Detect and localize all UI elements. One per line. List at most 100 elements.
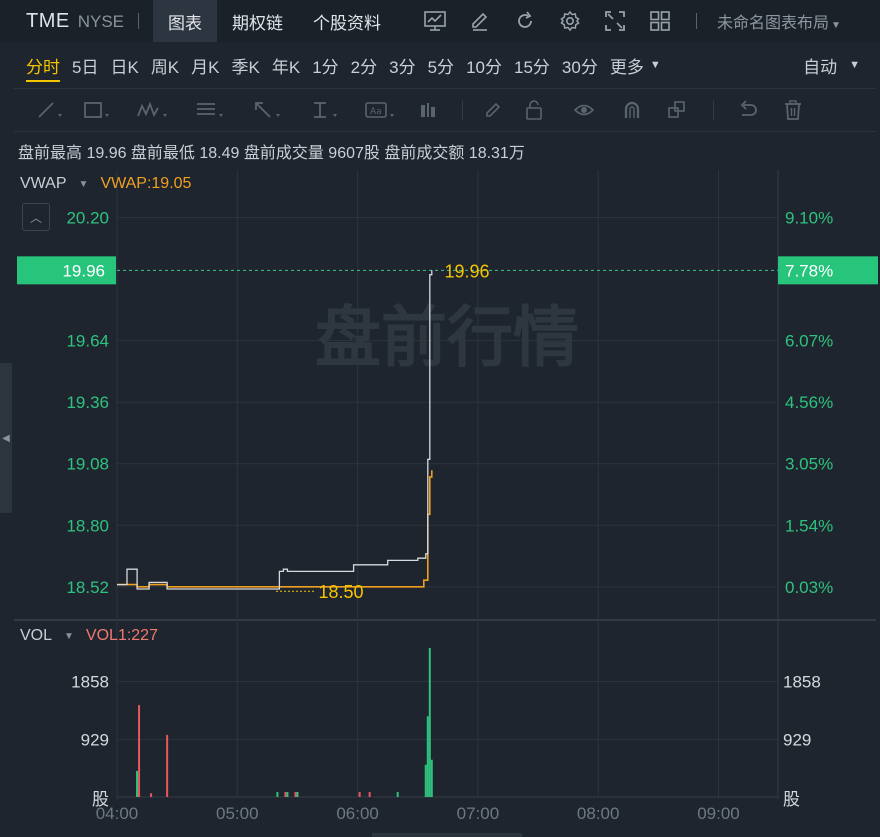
period-5min[interactable]: 5分 xyxy=(422,42,460,88)
vol-y-tick-label: 1858 xyxy=(71,673,109,692)
svg-text:Aa: Aa xyxy=(370,107,382,117)
side-panel-toggle[interactable]: ◀ xyxy=(0,363,12,513)
scroll-strip xyxy=(372,833,522,837)
low-price-label: 18.50 xyxy=(318,582,363,602)
premarket-stats: 盘前最高 19.96 盘前最低 18.49 盘前成交量 9607股 盘前成交额 … xyxy=(18,145,525,162)
period-day[interactable]: 日K xyxy=(104,42,144,88)
measure-tool-icon[interactable] xyxy=(408,88,448,132)
period-bar: 分时 5日 日K 周K 月K 季K 年K 1分 2分 3分 5分 10分 15分… xyxy=(0,42,880,88)
text-box-tool-icon[interactable]: Aa xyxy=(352,88,408,132)
x-tick-label: 09:00 xyxy=(697,804,740,823)
top-bar: TME NYSE 图表 期权链 个股资料 未命名图表布局 ▼ xyxy=(0,0,880,42)
period-week[interactable]: 周K xyxy=(145,42,185,88)
volume-bar xyxy=(150,793,153,797)
period-more-dropdown[interactable]: 更多 ▼ xyxy=(604,42,667,88)
divider xyxy=(462,100,463,120)
volume-bar xyxy=(358,792,361,797)
volume-bar xyxy=(296,792,299,797)
chart-area[interactable]: 盘前行情 04:00 05:00 06:00 07:00 08:00 09:0020.20… xyxy=(0,168,880,837)
ticker-exchange: NYSE xyxy=(77,11,125,31)
tab-stock-profile[interactable]: 个股资料 xyxy=(298,0,396,42)
caret-left-icon: ◀ xyxy=(2,432,10,444)
brush-icon[interactable] xyxy=(477,88,509,132)
collapse-panel-button[interactable]: ︿ xyxy=(22,203,50,231)
chevron-up-icon: ︿ xyxy=(29,210,42,225)
vol-legend-name: VOL xyxy=(20,627,53,644)
caret-down-icon[interactable]: ▼ xyxy=(79,179,89,190)
period-30min[interactable]: 30分 xyxy=(556,42,604,88)
period-3min[interactable]: 3分 xyxy=(383,42,421,88)
period-month[interactable]: 月K xyxy=(185,42,225,88)
lock-icon[interactable] xyxy=(509,88,559,132)
trash-icon[interactable] xyxy=(768,88,818,132)
pencil-icon[interactable] xyxy=(457,0,502,42)
volume-bar xyxy=(138,705,141,797)
volume-bar xyxy=(294,792,297,797)
vol-legend[interactable]: VOL ▼ VOL1:227 xyxy=(20,627,158,645)
magnet-icon[interactable] xyxy=(609,88,655,132)
volume-bar xyxy=(368,792,371,797)
y-pct-tick-label: 4.56% xyxy=(785,393,833,412)
divider xyxy=(138,13,140,29)
vwap-line xyxy=(117,470,433,588)
fib-tool-icon[interactable] xyxy=(182,88,238,132)
volume-bar xyxy=(276,792,279,797)
eye-icon[interactable] xyxy=(559,88,609,132)
x-tick-label: 07:00 xyxy=(457,804,500,823)
period-intraday[interactable]: 分时 xyxy=(20,42,66,88)
vol-y-tick-label: 929 xyxy=(81,730,109,749)
x-tick-label: 05:00 xyxy=(216,804,259,823)
y-tick-label: 18.52 xyxy=(66,578,109,597)
vol-legend-value: VOL1:227 xyxy=(85,627,158,644)
grid-layout-icon[interactable] xyxy=(637,0,682,42)
watermark: 盘前行情 xyxy=(315,299,579,376)
y-pct-tick-label: 6.07% xyxy=(785,332,833,351)
ticker[interactable]: TME NYSE xyxy=(26,10,124,33)
line-tool-icon[interactable] xyxy=(32,88,68,132)
volume-bar xyxy=(428,648,431,797)
period-quarter[interactable]: 季K xyxy=(226,42,266,88)
volume-bar xyxy=(166,734,169,797)
layout-selector[interactable]: 未命名图表布局 ▼ xyxy=(717,9,841,33)
more-label: 更多 xyxy=(609,57,644,77)
period-5day[interactable]: 5日 xyxy=(66,42,104,88)
scale-mode-dropdown[interactable]: 自动 ▼ xyxy=(803,42,860,88)
period-10min[interactable]: 10分 xyxy=(460,42,508,88)
caret-down-icon[interactable]: ▼ xyxy=(64,631,74,642)
gear-icon[interactable] xyxy=(547,0,592,42)
ticker-symbol: TME xyxy=(26,9,70,32)
volume-bars xyxy=(136,648,433,797)
current-price-text: 19.96 xyxy=(62,261,105,280)
y-pct-tick-label: 3.05% xyxy=(785,455,833,474)
y-pct-tick-label: 1.54% xyxy=(785,516,833,535)
period-2min[interactable]: 2分 xyxy=(345,42,383,88)
indicator-chart-icon[interactable] xyxy=(412,0,457,42)
vol-y-tick-label-right: 1858 xyxy=(783,673,821,692)
y-tick-label: 18.80 xyxy=(66,516,109,535)
volume-bar xyxy=(430,759,433,797)
tab-chart[interactable]: 图表 xyxy=(153,0,218,42)
vwap-legend[interactable]: VWAP ▼ VWAP:19.05 xyxy=(20,175,191,193)
divider xyxy=(713,100,714,120)
y-tick-label: 19.64 xyxy=(66,332,109,351)
undo-icon[interactable] xyxy=(728,88,768,132)
volume-bar xyxy=(396,792,399,797)
period-year[interactable]: 年K xyxy=(266,42,306,88)
caret-down-icon: ▼ xyxy=(831,20,841,31)
vol-y-tick-label-right: 929 xyxy=(783,730,811,749)
text-cursor-tool-icon[interactable] xyxy=(296,88,352,132)
rectangle-tool-icon[interactable] xyxy=(68,88,124,132)
arrow-tool-icon[interactable] xyxy=(238,88,296,132)
fullscreen-icon[interactable] xyxy=(592,0,637,42)
x-tick-label: 08:00 xyxy=(577,804,620,823)
period-1min[interactable]: 1分 xyxy=(306,42,344,88)
refresh-icon[interactable] xyxy=(502,0,547,42)
wave-tool-icon[interactable] xyxy=(124,88,182,132)
clone-icon[interactable] xyxy=(655,88,699,132)
vol-unit-label: 股 xyxy=(92,790,109,809)
y-pct-tick-label: 9.10% xyxy=(785,209,833,228)
tab-option-chain[interactable]: 期权链 xyxy=(217,0,298,42)
period-15min[interactable]: 15分 xyxy=(508,42,556,88)
current-pct-text: 7.78% xyxy=(785,261,833,280)
divider xyxy=(696,13,698,29)
